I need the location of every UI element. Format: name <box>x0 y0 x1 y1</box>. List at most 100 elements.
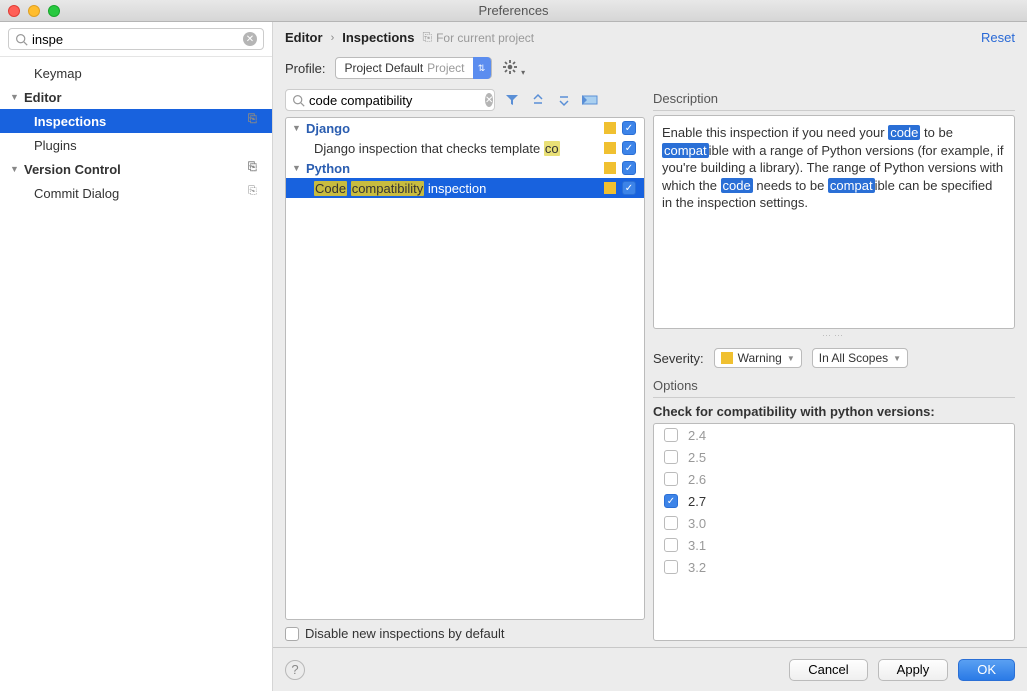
profile-row: Profile: Project Default Project ⇅ ▾ <box>273 53 1027 89</box>
sidebar-item-editor[interactable]: ▼ Editor <box>0 85 272 109</box>
version-checkbox[interactable] <box>664 516 678 530</box>
chevron-down-icon: ▼ <box>893 354 901 363</box>
sidebar-search[interactable]: ✕ <box>8 28 264 50</box>
sidebar-item-plugins[interactable]: Plugins <box>0 133 272 157</box>
inspection-item-code-compatibility[interactable]: Code compatibility inspection ✓ <box>286 178 644 198</box>
severity-dropdown[interactable]: Warning ▼ <box>714 348 802 368</box>
scope-dropdown[interactable]: In All Scopes ▼ <box>812 348 908 368</box>
collapse-all-icon[interactable] <box>555 91 573 109</box>
clear-search-icon[interactable]: ✕ <box>485 93 493 107</box>
chevron-right-icon: › <box>331 32 335 44</box>
python-versions-list: 2.4 2.5 2.6 ✓ 2.7 3.0 3.1 3.2 <box>653 423 1015 641</box>
inspection-search[interactable]: ✕ <box>285 89 495 111</box>
breadcrumb-inspections: Inspections <box>342 30 414 45</box>
profile-label: Profile: <box>285 61 325 76</box>
project-scope-icon: ⎘ <box>248 161 264 177</box>
description-title: Description <box>653 89 1015 111</box>
sidebar-item-commit-dialog[interactable]: Commit Dialog ⎘ <box>0 181 272 205</box>
sidebar-search-input[interactable] <box>32 32 243 47</box>
close-window-button[interactable] <box>8 5 20 17</box>
version-checkbox[interactable]: ✓ <box>664 494 678 508</box>
severity-indicator <box>604 162 616 174</box>
description-text: Enable this inspection if you need your … <box>653 115 1015 329</box>
inspection-group-python[interactable]: ▼ Python ✓ <box>286 158 644 178</box>
apply-button[interactable]: Apply <box>878 659 949 681</box>
for-current-project: ⎘ For current project <box>422 30 534 45</box>
footer: ? Cancel Apply OK <box>273 647 1027 691</box>
sidebar-tree: Keymap ▼ Editor Inspections ⎘ Plugins ▼ … <box>0 57 272 691</box>
severity-indicator <box>604 142 616 154</box>
search-icon <box>292 94 305 107</box>
resize-handle[interactable]: ⋯⋯ <box>653 329 1015 344</box>
options-subtitle: Check for compatibility with python vers… <box>653 402 1015 423</box>
severity-label: Severity: <box>653 351 704 366</box>
content-panel: Editor › Inspections ⎘ For current proje… <box>273 22 1027 691</box>
window-title: Preferences <box>478 3 548 18</box>
disable-new-inspections-row[interactable]: Disable new inspections by default <box>285 620 645 641</box>
version-checkbox[interactable] <box>664 560 678 574</box>
version-option-2-6[interactable]: 2.6 <box>654 468 1014 490</box>
severity-indicator <box>604 122 616 134</box>
chevron-down-icon: ▼ <box>10 92 20 102</box>
search-icon <box>15 33 28 46</box>
version-checkbox[interactable] <box>664 450 678 464</box>
chevron-down-icon: ▼ <box>292 163 302 173</box>
chevron-down-icon: ▼ <box>292 123 302 133</box>
minimize-window-button[interactable] <box>28 5 40 17</box>
sidebar: ✕ Keymap ▼ Editor Inspections ⎘ Plugins … <box>0 22 273 691</box>
inspection-group-django[interactable]: ▼ Django ✓ <box>286 118 644 138</box>
version-checkbox[interactable] <box>664 538 678 552</box>
sidebar-item-version-control[interactable]: ▼ Version Control ⎘ <box>0 157 272 181</box>
version-option-3-2[interactable]: 3.2 <box>654 556 1014 578</box>
version-checkbox[interactable] <box>664 472 678 486</box>
chevron-down-icon: ▼ <box>787 354 795 363</box>
version-label: 2.7 <box>688 494 706 509</box>
inspection-tree[interactable]: ▼ Django ✓ Django inspection that checks… <box>285 117 645 620</box>
sidebar-item-inspections[interactable]: Inspections ⎘ <box>0 109 272 133</box>
breadcrumb-editor[interactable]: Editor <box>285 30 323 45</box>
version-label: 3.0 <box>688 516 706 531</box>
project-scope-icon: ⎘ <box>248 185 264 201</box>
severity-row: Severity: Warning ▼ In All Scopes ▼ <box>653 344 1015 376</box>
inspection-search-input[interactable] <box>309 93 485 108</box>
cancel-button[interactable]: Cancel <box>789 659 867 681</box>
version-checkbox[interactable] <box>664 428 678 442</box>
right-panel: Description Enable this inspection if yo… <box>653 89 1015 641</box>
sidebar-item-keymap[interactable]: Keymap <box>0 61 272 85</box>
profile-name: Project Default <box>344 61 423 75</box>
reset-link[interactable]: Reset <box>981 30 1015 45</box>
version-option-3-0[interactable]: 3.0 <box>654 512 1014 534</box>
version-label: 2.5 <box>688 450 706 465</box>
version-option-2-4[interactable]: 2.4 <box>654 424 1014 446</box>
inspection-enabled-checkbox[interactable]: ✓ <box>622 121 636 135</box>
version-label: 3.1 <box>688 538 706 553</box>
titlebar: Preferences <box>0 0 1027 22</box>
project-scope-icon: ⎘ <box>422 30 432 45</box>
inspection-item-django-template[interactable]: Django inspection that checks template c… <box>286 138 644 158</box>
severity-color-icon <box>721 352 733 364</box>
reset-filter-icon[interactable] <box>581 91 599 109</box>
version-label: 3.2 <box>688 560 706 575</box>
inspection-panel: ✕ ▼ Django ✓ Django inspection that chec… <box>285 89 645 641</box>
disable-new-checkbox[interactable] <box>285 627 299 641</box>
gear-icon[interactable]: ▾ <box>502 59 526 78</box>
clear-search-icon[interactable]: ✕ <box>243 32 257 46</box>
inspection-enabled-checkbox[interactable]: ✓ <box>622 141 636 155</box>
help-icon[interactable]: ? <box>285 660 305 680</box>
version-option-3-1[interactable]: 3.1 <box>654 534 1014 556</box>
version-option-2-5[interactable]: 2.5 <box>654 446 1014 468</box>
project-scope-icon: ⎘ <box>248 113 264 129</box>
inspection-enabled-checkbox[interactable]: ✓ <box>622 161 636 175</box>
expand-all-icon[interactable] <box>529 91 547 109</box>
select-arrows-icon: ⇅ <box>473 57 491 79</box>
disable-new-label: Disable new inspections by default <box>305 626 504 641</box>
zoom-window-button[interactable] <box>48 5 60 17</box>
traffic-lights <box>8 5 60 17</box>
ok-button[interactable]: OK <box>958 659 1015 681</box>
version-label: 2.4 <box>688 428 706 443</box>
filter-icon[interactable] <box>503 91 521 109</box>
inspection-enabled-checkbox[interactable]: ✓ <box>622 181 636 195</box>
version-option-2-7[interactable]: ✓ 2.7 <box>654 490 1014 512</box>
profile-scope: Project <box>427 61 464 75</box>
profile-select[interactable]: Project Default Project ⇅ <box>335 57 491 79</box>
